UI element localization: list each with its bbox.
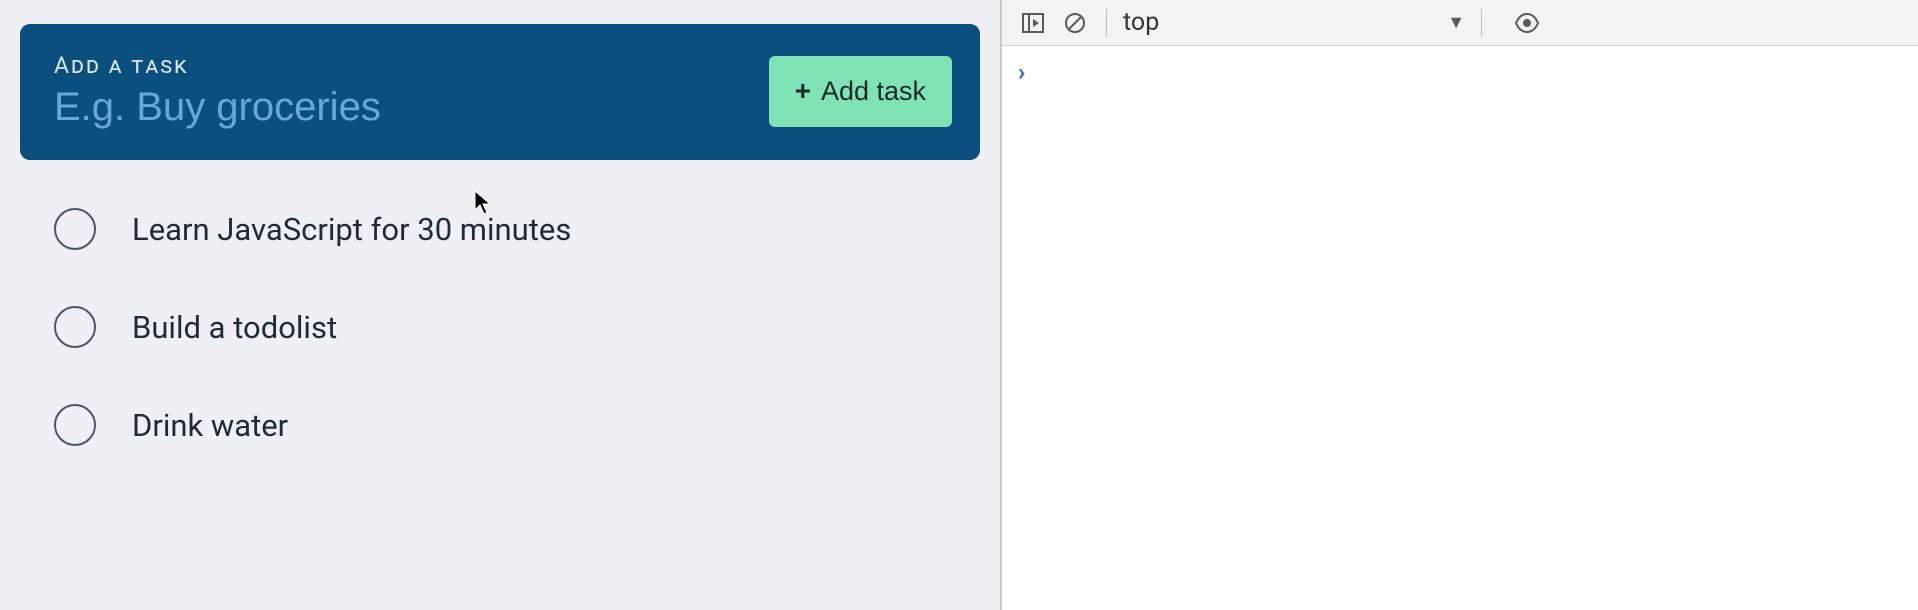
task-input[interactable] — [54, 85, 749, 130]
task-text: Build a todolist — [132, 309, 337, 346]
add-task-input-area: Add a task — [54, 52, 749, 130]
devtools-pane: top ▼ › — [1002, 0, 1918, 610]
app-pane: Add a task + Add task Learn JavaScript f… — [0, 0, 1002, 610]
task-item: Build a todolist — [54, 306, 980, 348]
chevron-down-icon: ▼ — [1447, 12, 1465, 33]
console-prompt-icon: › — [1018, 58, 1025, 86]
task-checkbox[interactable] — [54, 404, 96, 446]
toggle-sidebar-button[interactable] — [1012, 2, 1054, 44]
plus-icon: + — [795, 77, 811, 105]
add-task-button-label: Add task — [821, 76, 926, 107]
clear-icon — [1063, 11, 1087, 35]
live-expression-button[interactable] — [1506, 2, 1548, 44]
console-body[interactable]: › — [1002, 46, 1918, 610]
toolbar-divider — [1106, 9, 1107, 37]
add-task-panel: Add a task + Add task — [20, 24, 980, 160]
sidebar-play-icon — [1021, 11, 1045, 35]
clear-console-button[interactable] — [1054, 2, 1096, 44]
task-item: Drink water — [54, 404, 980, 446]
task-item: Learn JavaScript for 30 minutes — [54, 208, 980, 250]
add-task-button[interactable]: + Add task — [769, 56, 952, 127]
add-task-label: Add a task — [54, 52, 749, 79]
context-label: top — [1123, 8, 1159, 37]
eye-icon — [1514, 10, 1540, 36]
context-selector[interactable]: top ▼ — [1117, 8, 1471, 37]
task-list: Learn JavaScript for 30 minutes Build a … — [20, 208, 980, 446]
task-checkbox[interactable] — [54, 208, 96, 250]
task-text: Learn JavaScript for 30 minutes — [132, 211, 571, 248]
toolbar-divider — [1481, 9, 1482, 37]
task-checkbox[interactable] — [54, 306, 96, 348]
devtools-toolbar: top ▼ — [1002, 0, 1918, 46]
task-text: Drink water — [132, 407, 288, 444]
